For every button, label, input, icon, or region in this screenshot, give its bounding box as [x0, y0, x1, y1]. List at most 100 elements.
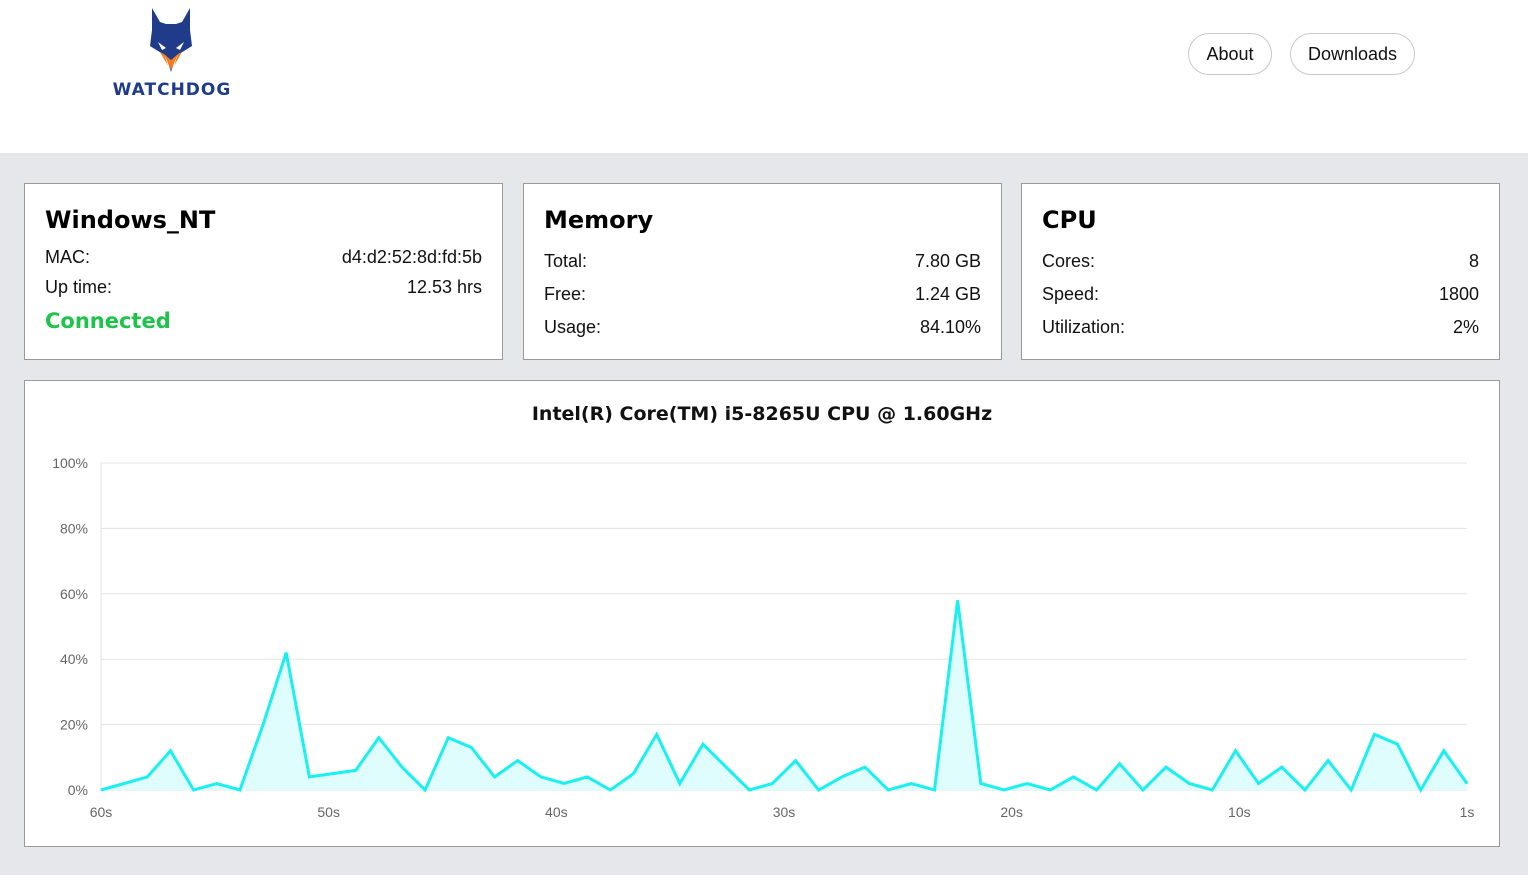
data-point — [1211, 789, 1213, 791]
data-point — [1142, 789, 1144, 791]
y-tick-label: 40% — [60, 651, 88, 667]
memory-total-row: Total: 7.80 GB — [544, 251, 981, 272]
data-point — [725, 766, 727, 768]
cpu-cores-label: Cores: — [1042, 251, 1096, 271]
cpu-card: CPU Cores: 8 Speed: 1800 Utilization: 2% — [1021, 183, 1500, 360]
data-point — [980, 782, 982, 784]
cpu-cores-row: Cores: 8 — [1042, 251, 1479, 272]
mac-row: MAC: d4:d2:52:8d:fd:5b — [45, 247, 482, 268]
data-point — [563, 782, 565, 784]
data-point — [447, 737, 449, 739]
data-point — [100, 789, 102, 791]
data-point — [1003, 789, 1005, 791]
dog-head-icon — [150, 8, 192, 72]
data-point — [1096, 789, 1098, 791]
cpu-chart-card: Intel(R) Core(TM) i5-8265U CPU @ 1.60GHz… — [24, 380, 1500, 847]
system-card: Windows_NT MAC: d4:d2:52:8d:fd:5b Up tim… — [24, 183, 503, 360]
memory-usage-value: 84.10% — [919, 317, 981, 337]
y-tick-label: 20% — [60, 717, 88, 733]
data-point — [957, 599, 959, 601]
data-point — [1327, 760, 1329, 762]
cpu-util-label: Utilization: — [1042, 317, 1126, 337]
memory-free-row: Free: 1.24 GB — [544, 284, 981, 305]
data-point — [818, 789, 820, 791]
uptime-row: Up time: 12.53 hrs — [45, 277, 482, 298]
x-tick-label: 30s — [773, 804, 796, 820]
data-point — [702, 743, 704, 745]
memory-usage-label: Usage: — [544, 317, 602, 337]
data-point — [609, 789, 611, 791]
system-title: Windows_NT — [45, 206, 216, 234]
brand-name: WATCHDOG — [112, 80, 232, 100]
data-point — [1304, 789, 1306, 791]
header: WATCHDOG About Downloads — [0, 0, 1528, 153]
uptime-value: 12.53 hrs — [406, 277, 482, 297]
data-point — [239, 789, 241, 791]
data-point — [193, 789, 195, 791]
data-point — [1420, 789, 1422, 791]
about-button[interactable]: About — [1188, 33, 1272, 75]
data-point — [540, 776, 542, 778]
data-point — [123, 782, 125, 784]
cpu-speed-label: Speed: — [1042, 284, 1100, 304]
memory-free-value: 1.24 GB — [914, 284, 981, 304]
data-point — [586, 776, 588, 778]
y-tick-label: 0% — [68, 782, 88, 798]
data-point — [169, 750, 171, 752]
data-point — [1072, 776, 1074, 778]
data-point — [378, 737, 380, 739]
cpu-cores-value: 8 — [1468, 251, 1479, 271]
data-point — [1258, 782, 1260, 784]
data-point — [841, 776, 843, 778]
data-point — [887, 789, 889, 791]
connection-status: Connected — [45, 309, 171, 333]
x-tick-label: 50s — [317, 804, 340, 820]
data-point — [771, 782, 773, 784]
data-point — [910, 782, 912, 784]
data-point — [795, 760, 797, 762]
data-point — [748, 789, 750, 791]
memory-card: Memory Total: 7.80 GB Free: 1.24 GB Usag… — [523, 183, 1002, 360]
x-tick-label: 20s — [1000, 804, 1023, 820]
memory-title: Memory — [544, 206, 654, 234]
y-tick-label: 80% — [60, 520, 88, 536]
data-point — [494, 776, 496, 778]
uptime-label: Up time: — [45, 277, 113, 297]
data-point — [1049, 789, 1051, 791]
data-point — [633, 773, 635, 775]
cpu-speed-value: 1800 — [1438, 284, 1479, 304]
memory-free-label: Free: — [544, 284, 587, 304]
x-tick-label: 1s — [1460, 804, 1475, 820]
data-point — [1466, 782, 1468, 784]
data-point — [1350, 789, 1352, 791]
watchdog-logo[interactable]: WATCHDOG — [110, 8, 234, 100]
data-point — [146, 776, 148, 778]
data-point — [216, 782, 218, 784]
data-point — [656, 733, 658, 735]
data-point — [332, 773, 334, 775]
data-point — [262, 724, 264, 726]
data-point — [1165, 766, 1167, 768]
x-tick-label: 10s — [1228, 804, 1251, 820]
data-point — [308, 776, 310, 778]
data-point — [1443, 750, 1445, 752]
memory-total-label: Total: — [544, 251, 588, 271]
downloads-button[interactable]: Downloads — [1290, 33, 1415, 75]
x-tick-label: 40s — [545, 804, 568, 820]
data-point — [355, 769, 357, 771]
data-point — [1119, 763, 1121, 765]
y-tick-label: 60% — [60, 586, 88, 602]
cpu-speed-row: Speed: 1800 — [1042, 284, 1479, 305]
x-tick-label: 60s — [90, 804, 113, 820]
data-point — [470, 746, 472, 748]
data-point — [424, 789, 426, 791]
data-point — [1397, 743, 1399, 745]
memory-total-value: 7.80 GB — [914, 251, 981, 271]
data-point — [401, 766, 403, 768]
series-line — [100, 600, 1469, 794]
cpu-util-value: 2% — [1452, 317, 1479, 337]
data-point — [1234, 750, 1236, 752]
data-point — [933, 789, 935, 791]
data-point — [517, 760, 519, 762]
cpu-util-row: Utilization: 2% — [1042, 317, 1479, 338]
